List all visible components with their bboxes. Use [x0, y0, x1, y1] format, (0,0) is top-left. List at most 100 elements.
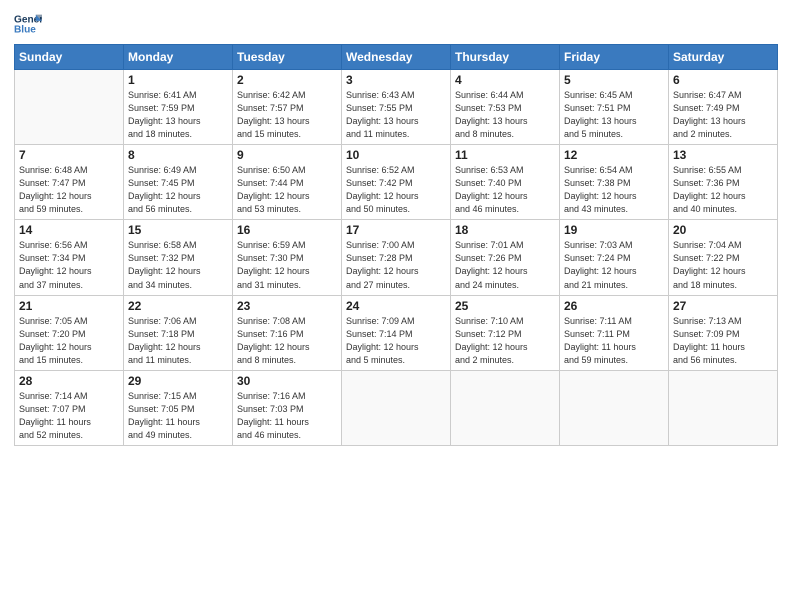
day-info: Sunrise: 6:49 AM Sunset: 7:45 PM Dayligh… [128, 164, 228, 216]
day-info: Sunrise: 6:54 AM Sunset: 7:38 PM Dayligh… [564, 164, 664, 216]
day-info: Sunrise: 7:08 AM Sunset: 7:16 PM Dayligh… [237, 315, 337, 367]
day-info: Sunrise: 6:41 AM Sunset: 7:59 PM Dayligh… [128, 89, 228, 141]
calendar-cell: 28Sunrise: 7:14 AM Sunset: 7:07 PM Dayli… [15, 370, 124, 445]
week-row-5: 28Sunrise: 7:14 AM Sunset: 7:07 PM Dayli… [15, 370, 778, 445]
calendar-cell: 14 Sunrise: 6:56 AM Sunset: 7:34 PM Dayli… [15, 220, 124, 295]
calendar-cell [342, 370, 451, 445]
day-info: Sunrise: 7:11 AM Sunset: 7:11 PM Dayligh… [564, 315, 664, 367]
day-number: 24 [346, 299, 446, 313]
day-number: 10 [346, 148, 446, 162]
day-header-saturday: Saturday [669, 45, 778, 70]
day-header-friday: Friday [560, 45, 669, 70]
header: General Blue [14, 10, 778, 38]
calendar-cell: 10 Sunrise: 6:52 AM Sunset: 7:42 PM Dayli… [342, 145, 451, 220]
day-number: 27 [673, 299, 773, 313]
day-number: 29 [128, 374, 228, 388]
day-number: 7 [19, 148, 119, 162]
day-info: Sunrise: 6:45 AM Sunset: 7:51 PM Dayligh… [564, 89, 664, 141]
day-info: Sunrise: 6:58 AM Sunset: 7:32 PM Dayligh… [128, 239, 228, 291]
calendar-cell [560, 370, 669, 445]
calendar-cell: 15 Sunrise: 6:58 AM Sunset: 7:32 PM Dayli… [124, 220, 233, 295]
day-header-monday: Monday [124, 45, 233, 70]
calendar-cell: 8 Sunrise: 6:49 AM Sunset: 7:45 PM Daylig… [124, 145, 233, 220]
day-info: Sunrise: 7:03 AM Sunset: 7:24 PM Dayligh… [564, 239, 664, 291]
week-row-1: 1 Sunrise: 6:41 AM Sunset: 7:59 PM Daylig… [15, 70, 778, 145]
day-number: 14 [19, 223, 119, 237]
day-number: 13 [673, 148, 773, 162]
day-info: Sunrise: 7:10 AM Sunset: 7:12 PM Dayligh… [455, 315, 555, 367]
day-number: 19 [564, 223, 664, 237]
day-number: 12 [564, 148, 664, 162]
calendar-cell: 16 Sunrise: 6:59 AM Sunset: 7:30 PM Dayli… [233, 220, 342, 295]
calendar-table: SundayMondayTuesdayWednesdayThursdayFrid… [14, 44, 778, 446]
day-info: Sunrise: 7:01 AM Sunset: 7:26 PM Dayligh… [455, 239, 555, 291]
day-header-thursday: Thursday [451, 45, 560, 70]
calendar-cell: 23 Sunrise: 7:08 AM Sunset: 7:16 PM Dayli… [233, 295, 342, 370]
day-info: Sunrise: 6:53 AM Sunset: 7:40 PM Dayligh… [455, 164, 555, 216]
day-info: Sunrise: 6:59 AM Sunset: 7:30 PM Dayligh… [237, 239, 337, 291]
week-row-3: 14 Sunrise: 6:56 AM Sunset: 7:34 PM Dayli… [15, 220, 778, 295]
calendar-body: 1 Sunrise: 6:41 AM Sunset: 7:59 PM Daylig… [15, 70, 778, 446]
day-number: 1 [128, 73, 228, 87]
day-header-tuesday: Tuesday [233, 45, 342, 70]
calendar-cell: 1 Sunrise: 6:41 AM Sunset: 7:59 PM Daylig… [124, 70, 233, 145]
calendar-cell: 7 Sunrise: 6:48 AM Sunset: 7:47 PM Daylig… [15, 145, 124, 220]
calendar-cell: 20Sunrise: 7:04 AM Sunset: 7:22 PM Dayli… [669, 220, 778, 295]
calendar-cell: 22Sunrise: 7:06 AM Sunset: 7:18 PM Dayli… [124, 295, 233, 370]
day-number: 17 [346, 223, 446, 237]
day-info: Sunrise: 6:43 AM Sunset: 7:55 PM Dayligh… [346, 89, 446, 141]
day-number: 2 [237, 73, 337, 87]
day-number: 25 [455, 299, 555, 313]
day-number: 15 [128, 223, 228, 237]
calendar-cell: 2Sunrise: 6:42 AM Sunset: 7:57 PM Daylig… [233, 70, 342, 145]
calendar-cell: 4 Sunrise: 6:44 AM Sunset: 7:53 PM Daylig… [451, 70, 560, 145]
logo: General Blue [14, 10, 42, 38]
calendar-cell: 6 Sunrise: 6:47 AM Sunset: 7:49 PM Daylig… [669, 70, 778, 145]
calendar-cell: 30 Sunrise: 7:16 AM Sunset: 7:03 PM Dayli… [233, 370, 342, 445]
day-number: 28 [19, 374, 119, 388]
day-info: Sunrise: 6:47 AM Sunset: 7:49 PM Dayligh… [673, 89, 773, 141]
day-info: Sunrise: 7:09 AM Sunset: 7:14 PM Dayligh… [346, 315, 446, 367]
day-number: 6 [673, 73, 773, 87]
day-number: 8 [128, 148, 228, 162]
calendar-cell: 27 Sunrise: 7:13 AM Sunset: 7:09 PM Dayli… [669, 295, 778, 370]
day-number: 30 [237, 374, 337, 388]
day-info: Sunrise: 6:52 AM Sunset: 7:42 PM Dayligh… [346, 164, 446, 216]
day-number: 4 [455, 73, 555, 87]
day-info: Sunrise: 7:16 AM Sunset: 7:03 PM Dayligh… [237, 390, 337, 442]
calendar-header-row: SundayMondayTuesdayWednesdayThursdayFrid… [15, 45, 778, 70]
calendar-cell: 9Sunrise: 6:50 AM Sunset: 7:44 PM Daylig… [233, 145, 342, 220]
day-number: 16 [237, 223, 337, 237]
calendar-cell: 25 Sunrise: 7:10 AM Sunset: 7:12 PM Dayli… [451, 295, 560, 370]
calendar-cell [669, 370, 778, 445]
calendar-cell: 24 Sunrise: 7:09 AM Sunset: 7:14 PM Dayli… [342, 295, 451, 370]
day-info: Sunrise: 7:13 AM Sunset: 7:09 PM Dayligh… [673, 315, 773, 367]
day-info: Sunrise: 6:44 AM Sunset: 7:53 PM Dayligh… [455, 89, 555, 141]
calendar-cell: 17Sunrise: 7:00 AM Sunset: 7:28 PM Dayli… [342, 220, 451, 295]
calendar-cell: 29Sunrise: 7:15 AM Sunset: 7:05 PM Dayli… [124, 370, 233, 445]
day-info: Sunrise: 6:56 AM Sunset: 7:34 PM Dayligh… [19, 239, 119, 291]
calendar-cell: 26 Sunrise: 7:11 AM Sunset: 7:11 PM Dayli… [560, 295, 669, 370]
calendar-cell [15, 70, 124, 145]
day-info: Sunrise: 7:06 AM Sunset: 7:18 PM Dayligh… [128, 315, 228, 367]
calendar-cell [451, 370, 560, 445]
calendar-cell: 3Sunrise: 6:43 AM Sunset: 7:55 PM Daylig… [342, 70, 451, 145]
day-number: 11 [455, 148, 555, 162]
calendar-cell: 21Sunrise: 7:05 AM Sunset: 7:20 PM Dayli… [15, 295, 124, 370]
day-number: 5 [564, 73, 664, 87]
calendar-cell: 12 Sunrise: 6:54 AM Sunset: 7:38 PM Dayli… [560, 145, 669, 220]
calendar-cell: 18 Sunrise: 7:01 AM Sunset: 7:26 PM Dayli… [451, 220, 560, 295]
day-header-sunday: Sunday [15, 45, 124, 70]
day-number: 21 [19, 299, 119, 313]
day-info: Sunrise: 6:48 AM Sunset: 7:47 PM Dayligh… [19, 164, 119, 216]
day-info: Sunrise: 6:55 AM Sunset: 7:36 PM Dayligh… [673, 164, 773, 216]
day-number: 23 [237, 299, 337, 313]
week-row-4: 21Sunrise: 7:05 AM Sunset: 7:20 PM Dayli… [15, 295, 778, 370]
week-row-2: 7 Sunrise: 6:48 AM Sunset: 7:47 PM Daylig… [15, 145, 778, 220]
day-number: 20 [673, 223, 773, 237]
calendar-cell: 5 Sunrise: 6:45 AM Sunset: 7:51 PM Daylig… [560, 70, 669, 145]
day-number: 26 [564, 299, 664, 313]
calendar-cell: 13 Sunrise: 6:55 AM Sunset: 7:36 PM Dayli… [669, 145, 778, 220]
day-number: 18 [455, 223, 555, 237]
day-info: Sunrise: 6:50 AM Sunset: 7:44 PM Dayligh… [237, 164, 337, 216]
